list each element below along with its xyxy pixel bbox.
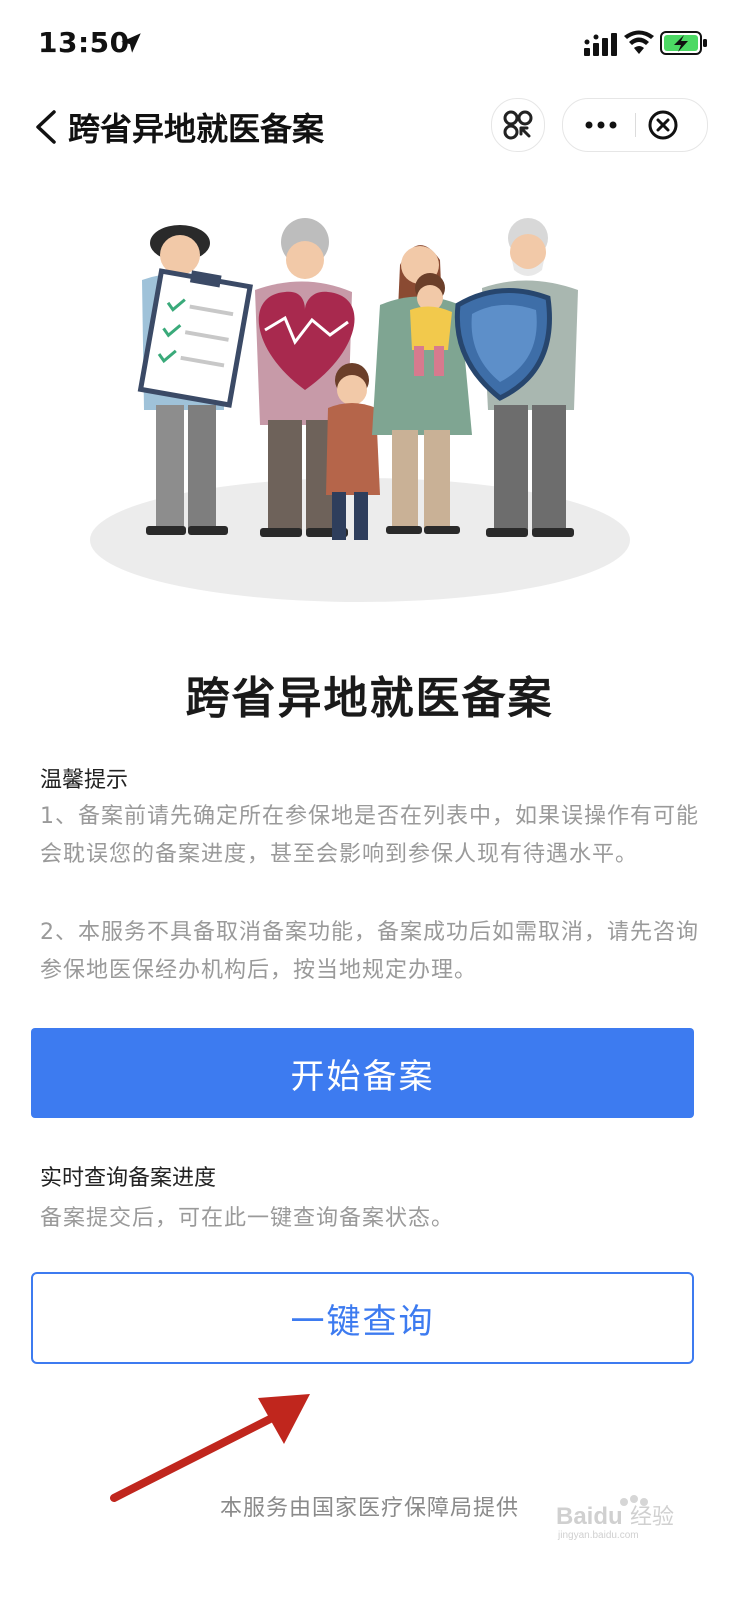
query-heading: 实时查询备案进度 (40, 1166, 217, 1191)
svg-text:经验: 经验 (630, 1505, 674, 1530)
location-arrow-icon (121, 33, 141, 53)
query-description: 备案提交后，可在此一键查询备案状态。 (40, 1206, 455, 1231)
signal-icon (584, 33, 617, 56)
tips-heading: 温馨提示 (40, 768, 129, 793)
wifi-icon (624, 30, 654, 54)
baidu-jingyan-watermark-logo: Baidu 经验 jingyan.baidu.com (556, 1495, 674, 1541)
one-click-query-button[interactable]: 一键查询 (31, 1272, 694, 1364)
battery-charging-icon (660, 31, 707, 55)
scan-button[interactable] (491, 98, 545, 152)
capsule-divider (635, 113, 636, 137)
tip-item: 2、本服务不具备取消备案功能，备案成功后如需取消，请先咨询参保地医保经办机构后，… (40, 920, 699, 983)
service-title: 跨省异地就医备案 (185, 673, 554, 724)
scan-icon (503, 110, 533, 140)
back-icon[interactable] (32, 108, 60, 146)
status-bar: 13:50 (0, 0, 739, 90)
start-filing-button[interactable]: 开始备案 (31, 1028, 694, 1118)
tip-item: 1、备案前请先确定所在参保地是否在列表中，如果误操作有可能会耽误您的备案进度，甚… (40, 804, 699, 867)
more-icon[interactable] (581, 111, 621, 139)
close-icon[interactable] (647, 109, 679, 141)
page-title: 跨省异地就医备案 (68, 110, 325, 148)
svg-text:jingyan.baidu.com: jingyan.baidu.com (557, 1530, 639, 1541)
svg-text:Baidu: Baidu (556, 1503, 623, 1530)
status-time: 13:50 (38, 26, 130, 59)
menu-capsule (562, 98, 708, 152)
family-healthcare-illustration (90, 218, 630, 602)
